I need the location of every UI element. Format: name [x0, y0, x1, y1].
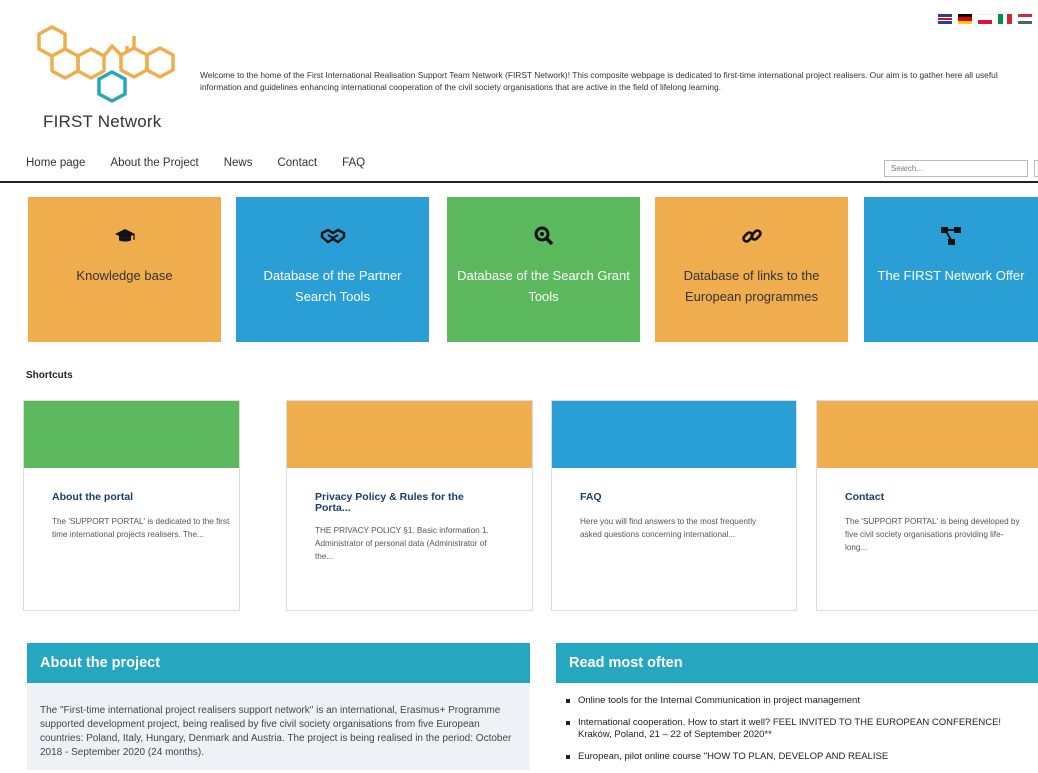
welcome-text: Welcome to the home of the First Interna… [200, 70, 998, 92]
flag-poland-icon[interactable] [978, 14, 992, 24]
card-color-bar [24, 401, 239, 468]
card-description: THE PRIVACY POLICY §1. Basic information… [315, 526, 489, 561]
link-icon [655, 224, 848, 248]
logo-hexagon [145, 46, 175, 79]
card-title[interactable]: About the portal [52, 492, 222, 503]
list-item[interactable]: European, pilot online course "HOW TO PL… [566, 751, 1036, 763]
nav-faq[interactable]: FAQ [342, 157, 365, 169]
tile-label: Database of the Search Grant Tools [457, 268, 630, 304]
logo-text: FIRST Network [43, 112, 162, 131]
nav-home[interactable]: Home page [26, 157, 85, 169]
logo-hexagon [50, 47, 80, 80]
search-button[interactable] [1034, 160, 1038, 177]
search-icon [447, 224, 640, 248]
list-item[interactable]: Online tools for the Internal Communicat… [566, 695, 1036, 707]
shortcuts-heading: Shortcuts [26, 370, 73, 381]
shortcut-card-contact[interactable]: Contact The 'SUPPORT PORTAL' is being de… [816, 400, 1038, 611]
network-icon [864, 224, 1038, 248]
card-color-bar [817, 401, 1038, 468]
tile-search-grant-tools[interactable]: Database of the Search Grant Tools [447, 197, 640, 342]
nav-divider [0, 181, 1038, 183]
graduation-cap-icon [28, 224, 221, 248]
nav-news[interactable]: News [224, 157, 253, 169]
about-project-heading: About the project [27, 643, 530, 683]
tile-label: Database of the Partner Search Tools [263, 268, 402, 304]
shortcut-card-faq[interactable]: FAQ Here you will find answers to the mo… [551, 400, 797, 611]
tile-european-programmes-links[interactable]: Database of links to the European progra… [655, 197, 848, 342]
card-title[interactable]: Privacy Policy & Rules for the Porta... [315, 492, 485, 514]
card-color-bar [552, 401, 796, 468]
flag-hungary-icon[interactable] [1018, 14, 1032, 24]
tile-partner-search-tools[interactable]: Database of the Partner Search Tools [236, 197, 429, 342]
card-title[interactable]: Contact [845, 492, 1015, 503]
logo-hexagon [76, 47, 106, 80]
logo-branch [102, 44, 123, 58]
tile-label: Knowledge base [76, 268, 173, 283]
read-most-heading: Read most often [556, 643, 1038, 683]
tile-knowledge-base[interactable]: Knowledge base [28, 197, 221, 342]
list-item[interactable]: International cooperation. How to start … [566, 717, 1036, 741]
shortcut-card-privacy-policy[interactable]: Privacy Policy & Rules for the Porta... … [286, 400, 533, 611]
card-description: The 'SUPPORT PORTAL' is being developed … [845, 517, 1020, 552]
tile-first-network-offer[interactable]: The FIRST Network Offer [864, 197, 1038, 342]
language-switcher [938, 14, 1032, 24]
logo-hexagon [97, 70, 127, 103]
flag-uk-icon[interactable] [938, 14, 952, 24]
search-input[interactable] [884, 160, 1028, 177]
card-title[interactable]: FAQ [580, 492, 750, 503]
card-description: Here you will find answers to the most f… [580, 517, 757, 539]
card-description: The 'SUPPORT PORTAL' is dedicated to the… [52, 517, 230, 539]
card-color-bar [287, 401, 532, 468]
about-project-text: The "First-time international project re… [40, 705, 512, 758]
tile-label: Database of links to the European progra… [683, 268, 820, 304]
handshake-icon [236, 224, 429, 248]
nav-contact[interactable]: Contact [277, 157, 317, 169]
nav-about-project[interactable]: About the Project [110, 157, 198, 169]
read-most-list: Online tools for the Internal Communicat… [566, 695, 1036, 773]
tile-label: The FIRST Network Offer [877, 268, 1025, 283]
logo-hexagon [119, 46, 149, 79]
flag-italy-icon[interactable] [998, 14, 1013, 24]
main-nav: Home page About the Project News Contact… [26, 157, 390, 169]
flag-germany-icon[interactable] [958, 14, 972, 24]
shortcut-card-about-portal[interactable]: About the portal The 'SUPPORT PORTAL' is… [23, 400, 240, 611]
